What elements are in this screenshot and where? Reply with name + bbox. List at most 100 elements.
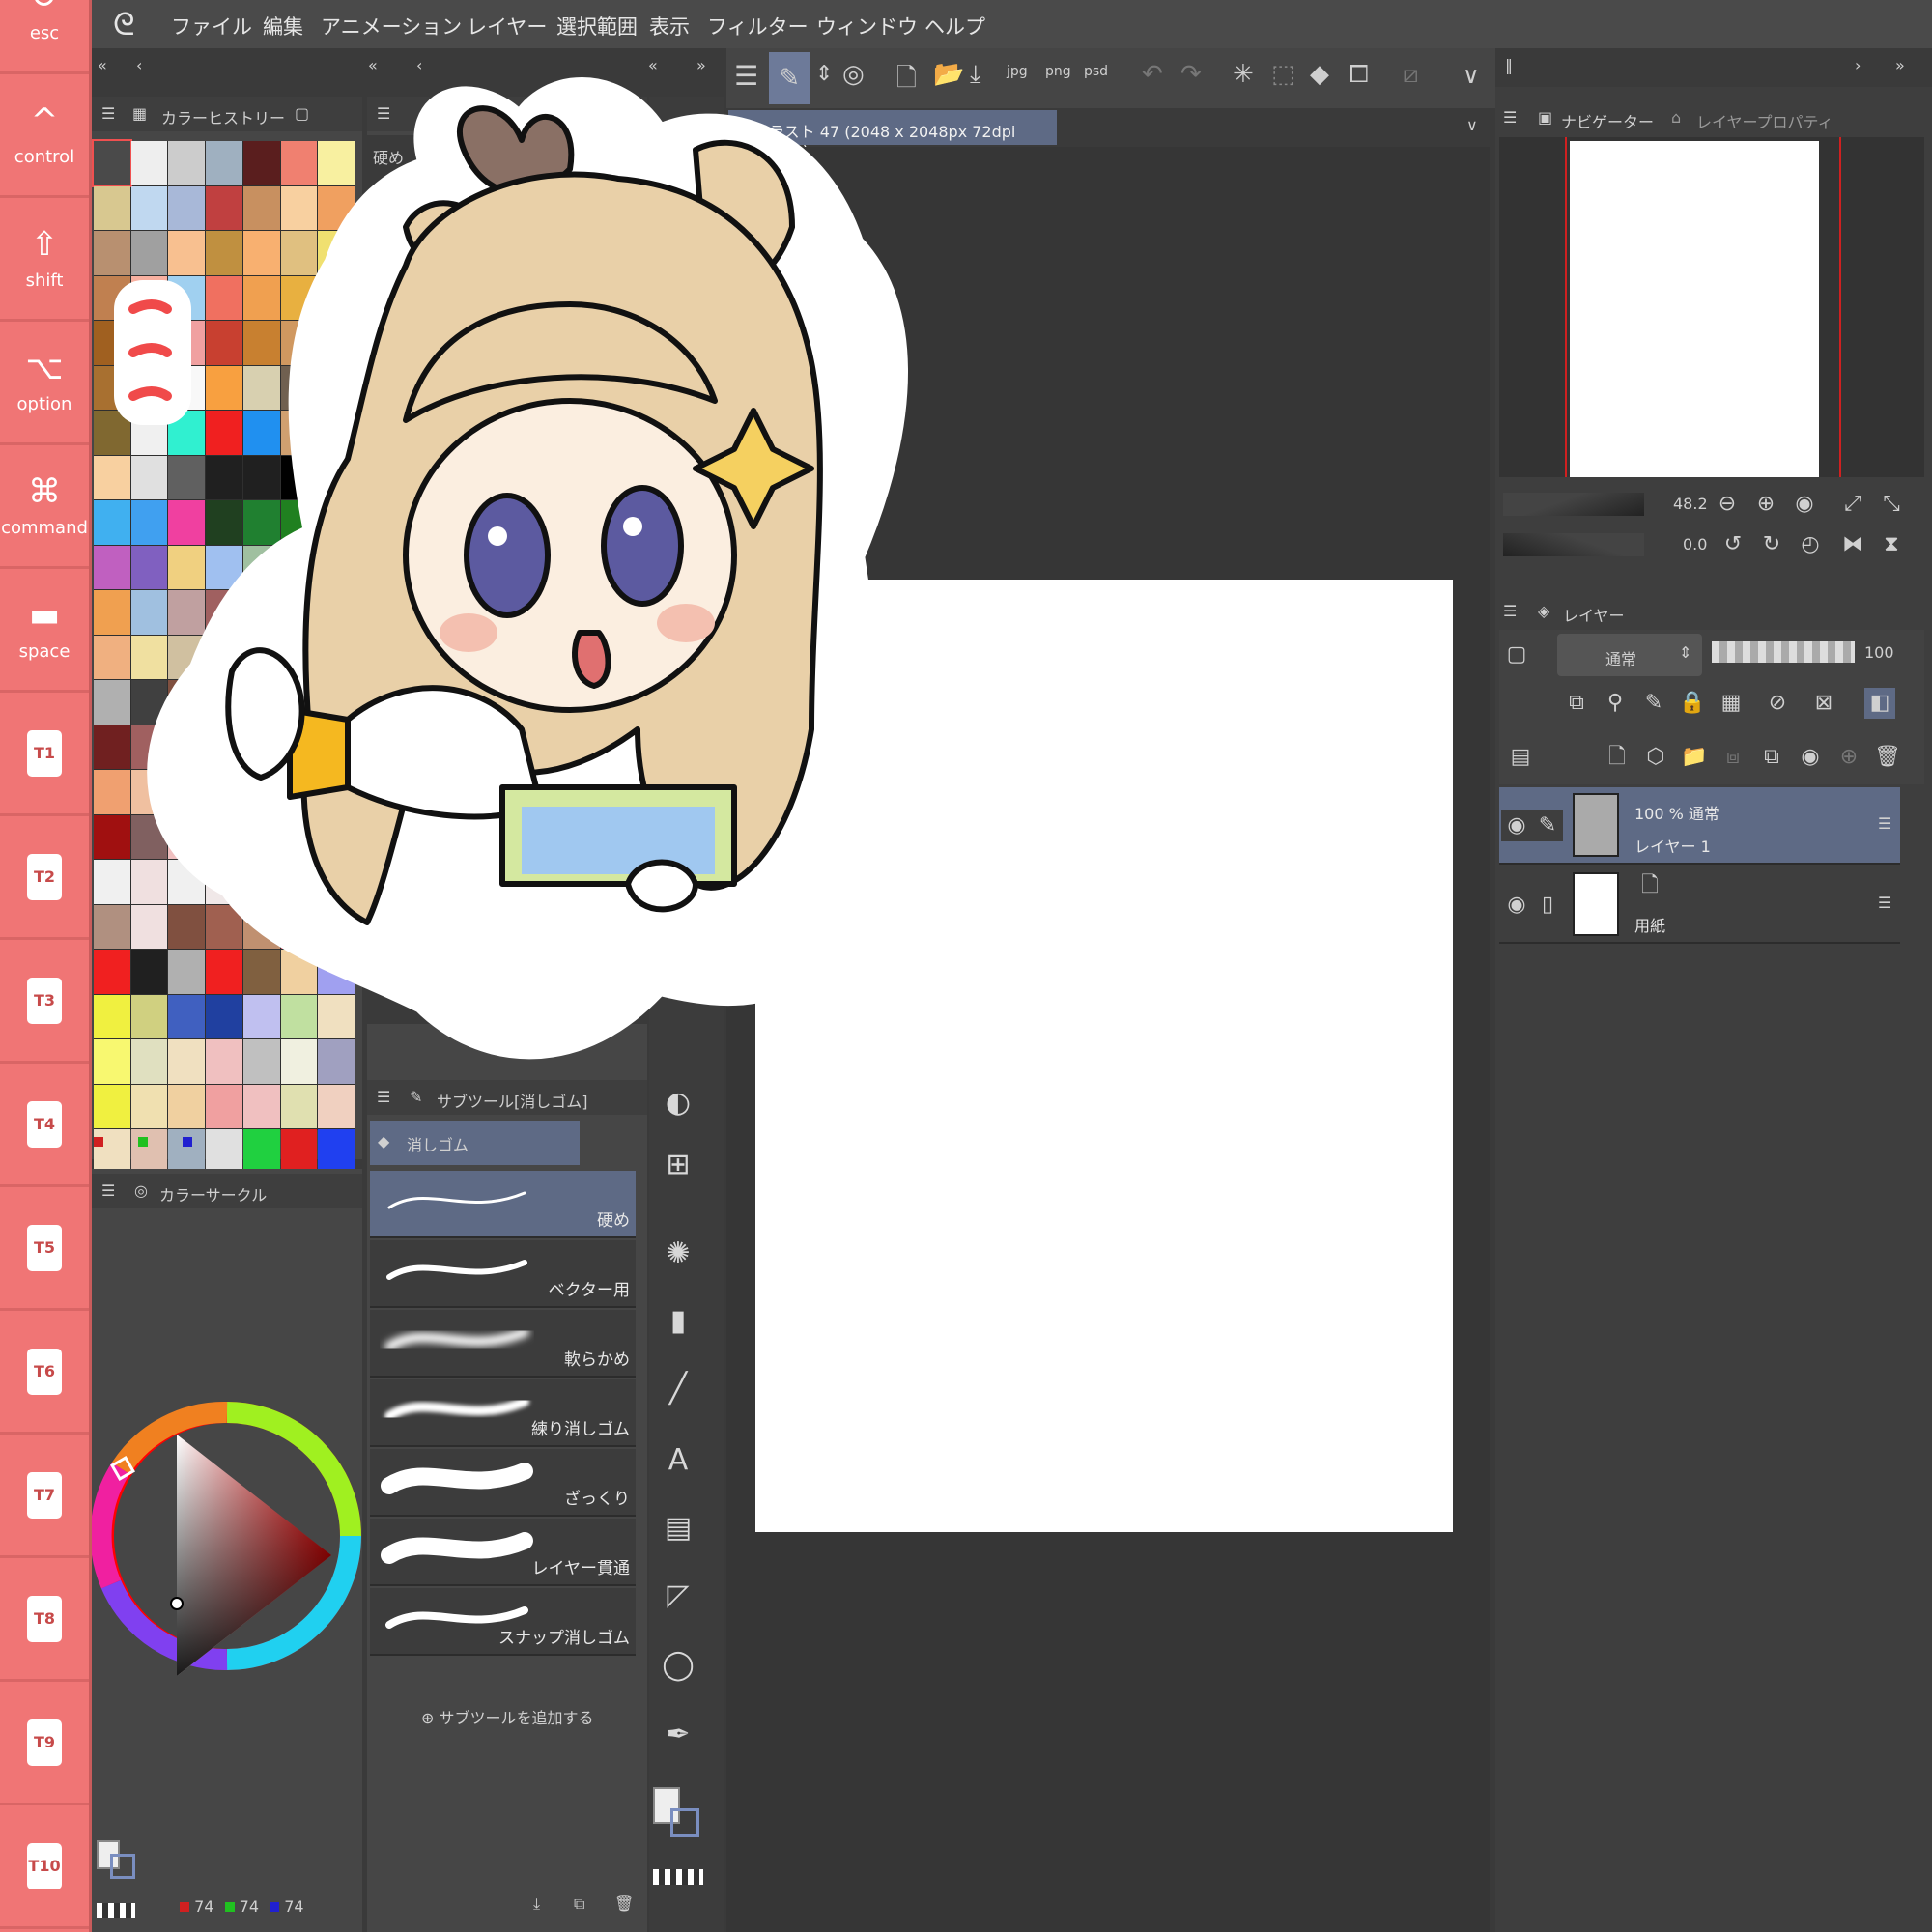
chevron-right-icon[interactable]: › <box>1855 56 1861 74</box>
toolbox-transparent-swatch[interactable] <box>653 1869 703 1885</box>
tool-key-t6[interactable]: T6 <box>0 1314 89 1435</box>
tool-key-t5[interactable]: T5 <box>0 1190 89 1311</box>
sub-color-swatch[interactable] <box>110 1854 135 1879</box>
palette-swatch[interactable] <box>94 1084 130 1128</box>
lock-transparent-icon[interactable]: ▦ <box>1716 688 1747 719</box>
line-tool-icon[interactable]: ╱ <box>657 1368 699 1410</box>
deselect-icon[interactable]: ⧄ <box>1403 60 1419 90</box>
tool-key-t4[interactable]: T4 <box>0 1066 89 1187</box>
collapse-left-icon[interactable]: « <box>98 56 107 74</box>
modifier-key-command[interactable]: ⌘ command <box>0 448 89 569</box>
layer-color-icon[interactable]: ◧ <box>1864 688 1895 719</box>
modifier-key-esc[interactable]: ↺ esc <box>0 0 89 74</box>
zoom-slider[interactable] <box>1503 493 1644 516</box>
zoom-out-icon[interactable]: ⊖ <box>1712 489 1743 520</box>
merge-down-icon[interactable]: ⧉ <box>1756 742 1787 773</box>
menu-selection[interactable]: 選択範囲 <box>556 12 638 41</box>
layer-color-checkbox[interactable]: ▢ <box>1501 639 1532 670</box>
brush-item[interactable]: ベクター用 <box>370 1240 636 1308</box>
tab-layer[interactable]: レイヤー <box>1563 603 1625 626</box>
layer-menu-icon[interactable]: ☰ <box>1878 814 1891 833</box>
palette-swatch[interactable] <box>206 1084 242 1128</box>
tool-key-t8[interactable]: T8 <box>0 1561 89 1682</box>
brush-item[interactable]: ざっくり <box>370 1449 636 1517</box>
draft-layer-icon[interactable]: ✎ <box>1638 688 1669 719</box>
menu-icon[interactable]: ☰ <box>1503 108 1517 127</box>
toolbox-sub-color[interactable] <box>670 1808 699 1837</box>
menu-icon[interactable]: ☰ <box>101 104 115 123</box>
loading-spinner-icon[interactable]: ✳ <box>1233 60 1254 89</box>
zoom-in-icon[interactable]: ⊕ <box>1750 489 1781 520</box>
transform-icon[interactable]: ⧠ <box>1349 60 1369 90</box>
menu-icon[interactable]: ☰ <box>377 1088 390 1106</box>
rotation-slider[interactable] <box>1503 533 1644 556</box>
palette-swatch[interactable] <box>318 1084 355 1128</box>
collapse-right-icon[interactable]: » <box>1895 56 1905 74</box>
new-folder-icon[interactable]: 📁 <box>1679 742 1710 773</box>
fullscreen-icon[interactable]: ⤡ <box>1876 489 1907 520</box>
blob-tool-icon[interactable]: ✺ <box>657 1233 699 1275</box>
tab-layer-property[interactable]: レイヤープロパティ <box>1696 109 1833 132</box>
menu-window[interactable]: ウィンドウ <box>816 12 918 41</box>
brush-item[interactable]: スナップ消しゴム <box>370 1588 636 1656</box>
export-png-icon[interactable]: png <box>1045 64 1071 79</box>
fill-icon[interactable]: ◆ <box>1310 60 1329 89</box>
menu-icon[interactable]: ☰ <box>101 1181 115 1200</box>
export-psd-icon[interactable]: psd <box>1084 64 1108 79</box>
brush-item[interactable]: 硬め <box>370 1171 636 1238</box>
menu-help[interactable]: ヘルプ <box>924 12 985 41</box>
apply-mask-icon[interactable]: ⊕ <box>1833 742 1864 773</box>
fit-view-icon[interactable]: ⤢ <box>1837 489 1868 520</box>
tab-subtool-eraser[interactable]: サブツール[消しゴム] <box>437 1089 588 1112</box>
frame-tool-icon[interactable]: ▤ <box>657 1507 699 1549</box>
tab-navigator[interactable]: ナビゲーター <box>1561 109 1654 132</box>
mask-disabled-icon[interactable]: ⊘ <box>1762 688 1793 719</box>
redo-icon[interactable]: ↷ <box>1180 60 1202 89</box>
menu-view[interactable]: 表示 <box>649 12 690 41</box>
tool-key-t10[interactable]: T10 <box>0 1808 89 1929</box>
layer-checkbox[interactable]: ▯ <box>1532 890 1563 921</box>
color-swatch-stack[interactable] <box>97 1840 137 1879</box>
ruler-tool-icon[interactable]: ◸ <box>657 1575 699 1617</box>
brush-item[interactable]: 練り消しゴム <box>370 1379 636 1447</box>
grid-tool-icon[interactable]: ⊞ <box>657 1144 699 1186</box>
zoom-reset-icon[interactable]: ◉ <box>1789 489 1820 520</box>
menu-filter[interactable]: フィルター <box>707 12 809 41</box>
clip-layer-icon[interactable]: ⧉ <box>1561 688 1592 719</box>
rotate-right-icon[interactable]: ↻ <box>1756 529 1787 560</box>
drag-handle-icon[interactable]: ‖ <box>1505 56 1513 74</box>
layer-menu-icon[interactable]: ☰ <box>1878 894 1891 912</box>
tab-color-circle[interactable]: カラーサークル <box>159 1182 267 1206</box>
hand-tool-icon[interactable]: ◐ <box>657 1082 699 1124</box>
eye-icon[interactable]: ◉ <box>1501 890 1532 921</box>
tool-key-t1[interactable]: T1 <box>0 696 89 816</box>
layer-row[interactable]: ◉ ✎ 100 % 通常 レイヤー 1 ☰ <box>1499 787 1900 865</box>
chevron-down-icon[interactable]: ∨ <box>1466 116 1478 134</box>
lock-icon[interactable]: 🔒 <box>1677 688 1708 719</box>
toolbox-color-stack[interactable] <box>653 1787 715 1845</box>
rotate-left-icon[interactable]: ↺ <box>1718 529 1748 560</box>
transparent-color-swatch[interactable] <box>97 1903 135 1918</box>
blend-mode-select[interactable]: 通常 ⇕ <box>1557 634 1702 676</box>
layer-list-icon[interactable]: ▤ <box>1505 742 1536 773</box>
trash-icon[interactable]: 🗑 <box>614 1894 634 1913</box>
modifier-key-control[interactable]: ^ control <box>0 77 89 198</box>
opacity-slider[interactable] <box>1712 641 1855 663</box>
palette-swatch[interactable] <box>280 1084 318 1128</box>
menu-file[interactable]: ファイル <box>171 12 252 41</box>
duplicate-icon[interactable]: ⧉ <box>574 1894 584 1914</box>
layer-row[interactable]: ◉ ▯ 🗋 用紙 ☰ <box>1499 867 1900 944</box>
color-picker-handle[interactable] <box>170 1597 184 1610</box>
add-subtool-button[interactable]: ⊕ サブツールを追加する <box>421 1705 594 1728</box>
menu-icon[interactable]: ☰ <box>1503 602 1517 620</box>
brush-item[interactable]: レイヤー貫通 <box>370 1519 636 1586</box>
subtool-group-eraser[interactable]: ◆ 消しゴム <box>370 1121 580 1165</box>
tool-key-t2[interactable]: T2 <box>0 819 89 940</box>
tool-key-t9[interactable]: T9 <box>0 1685 89 1805</box>
tool-key-t7[interactable]: T7 <box>0 1437 89 1558</box>
modifier-key-shift[interactable]: ⇧ shift <box>0 201 89 322</box>
flip-vertical-icon[interactable]: ⧗ <box>1876 529 1907 560</box>
color-wheel[interactable] <box>92 1362 372 1748</box>
selection-icon[interactable]: ⬚ <box>1271 60 1295 89</box>
text-tool-icon[interactable]: A <box>657 1439 699 1482</box>
